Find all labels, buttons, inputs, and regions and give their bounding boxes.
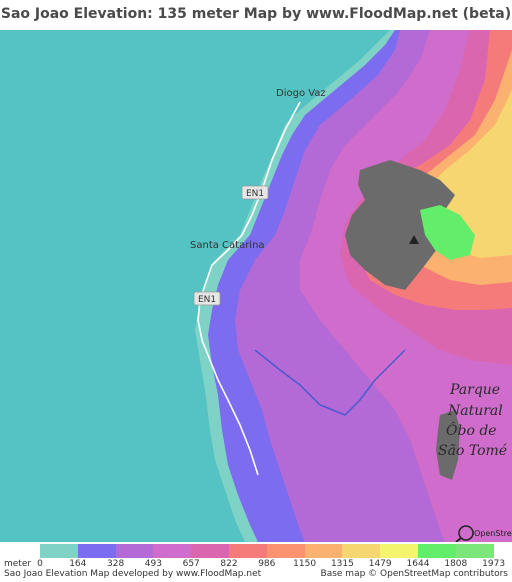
elevation-map[interactable]: Diogo Vaz Santa Catarina EN1 EN1 Parque …: [0, 30, 512, 542]
legend-tick-label: 1479: [368, 559, 392, 569]
footer-credit[interactable]: Sao Joao Elevation Map developed by www.…: [4, 569, 261, 579]
footer: Sao Joao Elevation Map developed by www.…: [0, 569, 512, 582]
road-shield-en1-south[interactable]: EN1: [193, 291, 221, 306]
legend-tick-label: 1808: [444, 559, 468, 569]
legend-swatch: [77, 544, 116, 558]
road-shield-en1-south-label: EN1: [198, 295, 216, 305]
legend-tick-label: 328: [107, 559, 125, 569]
legend-swatch: [153, 544, 192, 558]
legend-tick-label: 657: [182, 559, 200, 569]
legend-swatch: [228, 544, 267, 558]
legend-tick-label: 1150: [293, 559, 317, 569]
legend-swatch: [417, 544, 456, 558]
legend-swatch: [266, 544, 305, 558]
legend-tick-label: 822: [220, 559, 238, 569]
legend-tick-label: 0: [37, 559, 43, 569]
legend-tick-label: 986: [258, 559, 276, 569]
park-label-line-3: Ôbo de: [446, 421, 497, 439]
place-label-santa-catarina[interactable]: Santa Catarina: [190, 240, 265, 251]
legend-swatch: [380, 544, 418, 558]
legend-swatch: [455, 544, 494, 558]
elevation-map-canvas[interactable]: Diogo Vaz Santa Catarina EN1 EN1 Parque …: [0, 30, 512, 542]
park-label-line-1: Parque: [449, 382, 500, 398]
legend-swatch: [304, 544, 343, 558]
legend-tick-label: 1315: [330, 559, 354, 569]
legend-swatch: [342, 544, 381, 558]
legend-swatch: [115, 544, 154, 558]
legend-swatch: [191, 544, 229, 558]
map-title: Sao Joao Elevation: 135 meter Map by www…: [0, 6, 512, 22]
osm-badge-label: OpenStreetMap: [474, 529, 512, 538]
road-shield-en1-north[interactable]: EN1: [241, 185, 269, 200]
legend-swatch: [40, 544, 78, 558]
legend-tick-label: 1973: [482, 559, 506, 569]
park-label-line-4: São Tomé: [438, 443, 507, 459]
place-label-diogo-vaz[interactable]: Diogo Vaz: [276, 88, 326, 99]
legend-swatch-row: [40, 544, 494, 558]
legend-tick-label: 493: [144, 559, 162, 569]
map-title-bar: Sao Joao Elevation: 135 meter Map by www…: [0, 0, 512, 28]
road-shield-en1-north-label: EN1: [246, 189, 264, 199]
park-label-line-2: Natural: [447, 403, 503, 419]
legend-tick-label: 1644: [406, 559, 430, 569]
legend-tick-label: 164: [69, 559, 87, 569]
footer-basemap-credit[interactable]: Base map © OpenStreetMap contributors: [321, 569, 508, 579]
